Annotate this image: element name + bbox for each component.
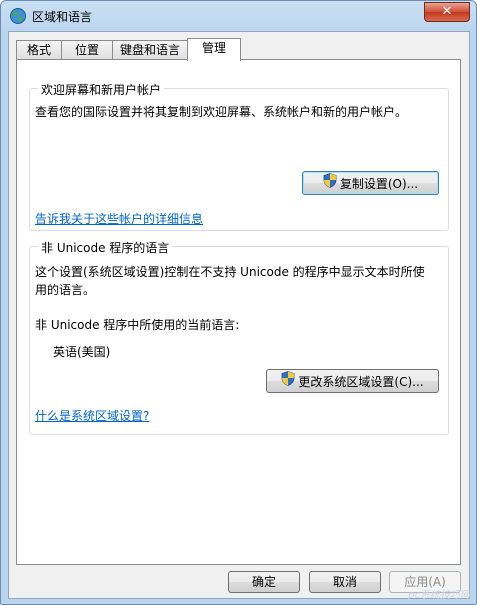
close-icon: ✕ [441,4,453,19]
ok-label: 确定 [251,575,276,589]
tab-label: 键盘和语言 [119,43,180,57]
tab-formats[interactable]: 格式 [16,40,62,60]
welcome-screen-group: 欢迎屏幕和新用户帐户 查看您的国际设置并将其复制到欢迎屏幕、系统帐户和新的用户帐… [29,81,449,231]
watermark: pc系统技巧网 [408,590,470,601]
unicode-description-line: 这个设置(系统区域设置)控制在不支持 Unicode 的程序中显示文本时所使 [35,265,425,279]
window-title: 区域和语言 [32,10,93,24]
shield-icon [281,370,295,394]
tab-location[interactable]: 位置 [61,40,113,60]
copy-settings-label: 复制设置(O)... [339,177,419,191]
welcome-accounts-link[interactable]: 告诉我关于这些帐户的详细信息 [35,210,203,227]
cancel-label: 取消 [332,575,357,589]
non-unicode-group: 非 Unicode 程序的语言 这个设置(系统区域设置)控制在不支持 Unico… [29,239,449,435]
unicode-description: 这个设置(系统区域设置)控制在不支持 Unicode 的程序中显示文本时所使 用… [35,263,445,299]
change-system-locale-button[interactable]: 更改系统区域设置(C)... [266,369,439,393]
tab-label: 位置 [74,43,99,57]
group-title: 欢迎屏幕和新用户帐户 [38,81,165,98]
change-locale-label: 更改系统区域设置(C)... [298,375,424,389]
ok-button[interactable]: 确定 [228,571,300,593]
shield-icon [323,172,337,196]
globe-icon [9,7,27,25]
system-locale-help-link[interactable]: 什么是系统区域设置? [35,407,149,424]
dialog-window: 区域和语言 ✕ 格式 位置 键盘和语言 管理 欢迎屏幕和新用户帐户 查看您的国际… [0,0,477,605]
current-language-value: 英语(美国) [53,345,111,359]
welcome-description: 查看您的国际设置并将其复制到欢迎屏幕、系统帐户和新的用户帐户。 [35,105,408,119]
cancel-button[interactable]: 取消 [309,571,381,593]
tab-panel-administrative: 欢迎屏幕和新用户帐户 查看您的国际设置并将其复制到欢迎屏幕、系统帐户和新的用户帐… [16,59,461,565]
tab-label: 格式 [26,43,51,57]
current-language-label: 非 Unicode 程序中所使用的当前语言: [35,318,240,332]
title-bar[interactable]: 区域和语言 ✕ [1,1,476,31]
dialog-client-area: 格式 位置 键盘和语言 管理 欢迎屏幕和新用户帐户 查看您的国际设置并将其复制到… [8,31,470,599]
tab-administrative[interactable]: 管理 [187,38,241,61]
tab-keyboards-languages[interactable]: 键盘和语言 [112,40,188,60]
unicode-description-line: 用的语言。 [35,283,96,297]
group-title: 非 Unicode 程序的语言 [38,239,173,256]
close-button[interactable]: ✕ [424,2,470,22]
tab-label: 管理 [201,41,226,55]
copy-settings-button[interactable]: 复制设置(O)... [302,171,439,195]
